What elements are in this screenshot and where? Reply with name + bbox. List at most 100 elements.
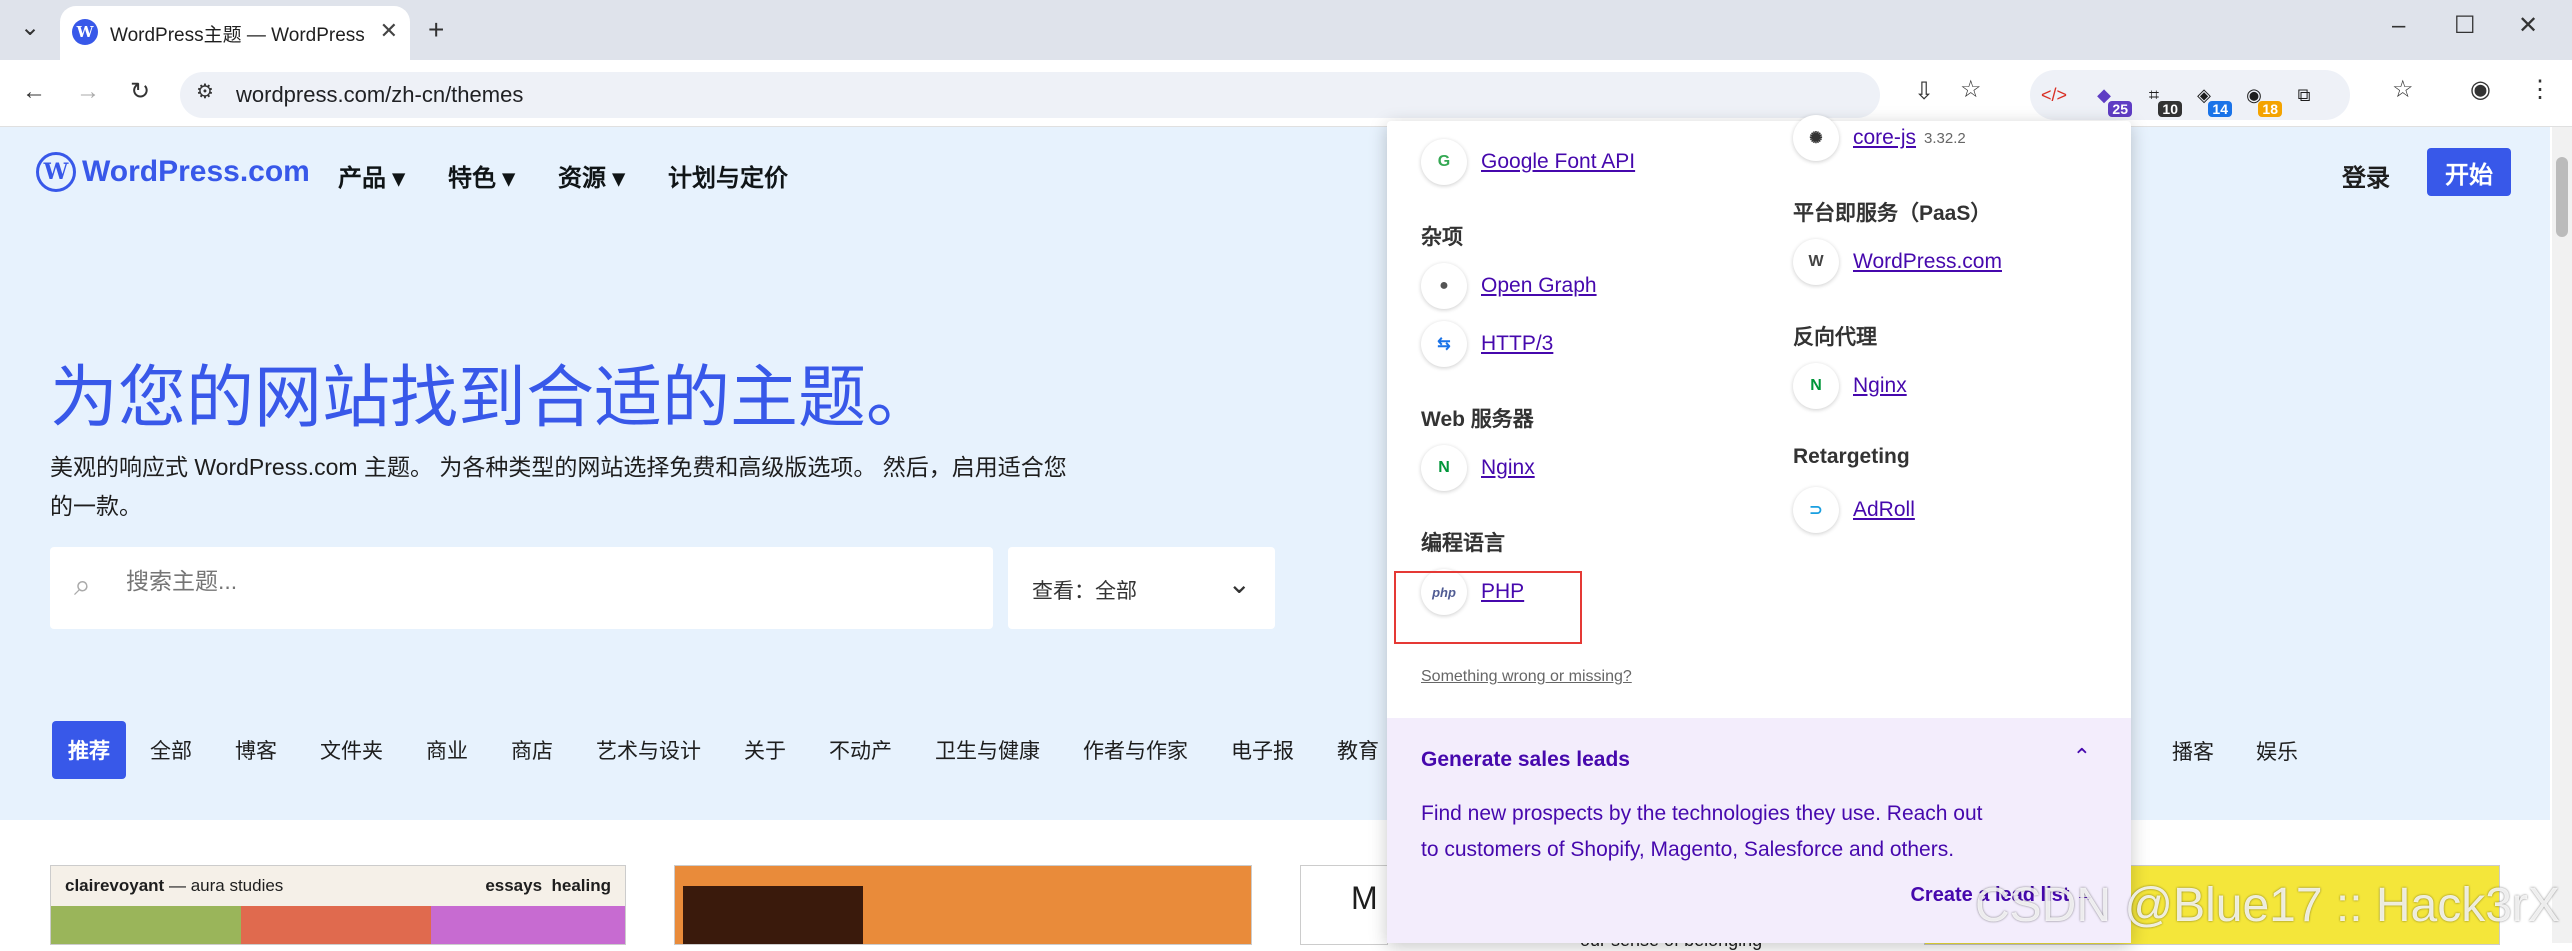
chevron-down-icon: ⌄ xyxy=(1227,568,1251,599)
category-tab[interactable]: 商店 xyxy=(511,735,553,765)
category-tab[interactable]: 文件夹 xyxy=(320,735,383,765)
nav-products[interactable]: 产品 ▾ xyxy=(338,158,405,193)
wordpress-favicon-icon: W xyxy=(72,19,98,45)
category-tab[interactable]: 推荐 xyxy=(52,721,126,779)
menu-icon[interactable]: ⋮ xyxy=(2528,78,2552,102)
url-text[interactable]: wordpress.com/zh-cn/themes xyxy=(236,82,523,108)
theme-links: essays healing xyxy=(485,876,611,895)
tech-item[interactable]: G Google Font API xyxy=(1421,139,1635,185)
wordpress-icon: W xyxy=(1793,239,1839,285)
tech-version: 3.32.2 xyxy=(1924,129,1966,147)
leads-text: Find new prospects by the technologies t… xyxy=(1421,802,1983,861)
page-scrollbar[interactable] xyxy=(2552,127,2572,943)
nav-pricing[interactable]: 计划与定价 xyxy=(668,158,788,193)
start-button[interactable]: 开始 xyxy=(2427,148,2511,196)
tech-category-heading: Retargeting xyxy=(1793,445,1910,468)
search-input[interactable] xyxy=(124,567,928,596)
wordpress-logo[interactable]: W WordPress.com xyxy=(36,152,310,192)
tech-item[interactable]: ● Open Graph xyxy=(1421,263,1597,309)
tech-category-heading: 编程语言 xyxy=(1421,532,1505,555)
view-filter-label: 查看：全部 xyxy=(1032,580,1137,603)
page-subtitle: 美观的响应式 WordPress.com 主题。 为各种类型的网站选择免费和高级… xyxy=(50,454,1067,519)
category-tab[interactable]: 不动产 xyxy=(829,735,892,765)
wordpress-icon: W xyxy=(36,152,76,192)
tech-link[interactable]: core-js xyxy=(1853,126,1916,150)
tech-link[interactable]: Open Graph xyxy=(1481,274,1597,298)
close-tab-icon[interactable]: ✕ xyxy=(380,18,398,44)
tech-item[interactable]: N Nginx xyxy=(1793,363,1907,409)
theme-brand: clairevoyant xyxy=(65,876,165,895)
theme-letter: M xyxy=(1351,880,1378,916)
profile-icon[interactable]: ◉ xyxy=(2470,78,2491,102)
site-info-icon[interactable]: ⚙ xyxy=(196,82,214,102)
category-tab[interactable]: 电子报 xyxy=(1231,735,1294,765)
tech-item[interactable]: N Nginx xyxy=(1421,445,1535,491)
puzzle-icon[interactable]: ⧉ xyxy=(2286,77,2322,113)
theme-thumbnail[interactable] xyxy=(674,865,1252,945)
open-graph-icon: ● xyxy=(1421,263,1467,309)
page-title: 为您的网站找到合适的主题。 xyxy=(50,360,935,436)
category-tab[interactable]: 卫生与健康 xyxy=(935,735,1040,765)
ext-icon[interactable]: ◉ 18 xyxy=(2236,77,2282,117)
tech-category-heading: 杂项 xyxy=(1421,226,1463,249)
bookmarks-icon[interactable]: ☆ xyxy=(2392,78,2414,102)
close-window-icon[interactable]: ✕ xyxy=(2518,14,2538,38)
chevron-up-icon[interactable]: ⌃ xyxy=(2073,744,2091,770)
bookmark-star-icon[interactable]: ☆ xyxy=(1960,78,1982,102)
theme-image xyxy=(431,906,625,944)
theme-thumbnail[interactable]: clairevoyant — aura studies essays heali… xyxy=(50,865,626,945)
tech-category-heading: 平台即服务（PaaS） xyxy=(1793,202,1992,225)
tech-link[interactable]: Nginx xyxy=(1481,456,1535,480)
ext-icon[interactable]: ◈ 14 xyxy=(2186,77,2232,117)
category-entertainment[interactable]: 娱乐 xyxy=(2256,736,2298,766)
category-tab[interactable]: 商业 xyxy=(426,735,468,765)
category-tabs: 推荐 全部 博客 文件夹 商业 商店 艺术与设计 关于 不动产 卫生与健康 作者与作家 电子报 教育 xyxy=(52,721,1422,779)
tech-item[interactable]: ⊃ AdRoll xyxy=(1793,487,1915,533)
tech-link[interactable]: AdRoll xyxy=(1853,498,1915,522)
category-tab[interactable]: 博客 xyxy=(235,735,277,765)
tech-category-heading: 反向代理 xyxy=(1793,326,1877,349)
tech-link[interactable]: Nginx xyxy=(1853,374,1907,398)
http3-icon: ⇆ xyxy=(1421,321,1467,367)
report-link[interactable]: Something wrong or missing? xyxy=(1421,668,1632,686)
extension-badge: 18 xyxy=(2258,101,2282,117)
category-tab[interactable]: 教育 xyxy=(1337,735,1379,765)
logo-text: WordPress.com xyxy=(82,155,310,188)
tech-link[interactable]: Google Font API xyxy=(1481,150,1635,174)
category-tab[interactable]: 艺术与设计 xyxy=(596,735,701,765)
scrollbar-thumb[interactable] xyxy=(2556,157,2568,237)
tech-item[interactable]: ✺ core-js 3.32.2 xyxy=(1793,115,1966,161)
nav-resources[interactable]: 资源 ▾ xyxy=(558,158,625,193)
view-filter-select[interactable]: 查看：全部 ⌄ xyxy=(1008,547,1275,629)
wappalyzer-icon[interactable]: ◆ 25 xyxy=(2086,77,2132,117)
tech-link[interactable]: WordPress.com xyxy=(1853,250,2002,274)
tab-search-icon[interactable]: ⌄ xyxy=(20,16,40,40)
forward-icon[interactable]: → xyxy=(76,80,100,104)
nav-features[interactable]: 特色 ▾ xyxy=(448,158,515,193)
category-tab[interactable]: 作者与作家 xyxy=(1083,735,1188,765)
php-highlight-box xyxy=(1394,571,1582,644)
theme-search[interactable]: ⌕ xyxy=(50,547,993,629)
category-tab[interactable]: 关于 xyxy=(744,735,786,765)
new-tab-icon[interactable]: + xyxy=(428,16,444,44)
nginx-icon: N xyxy=(1793,363,1839,409)
category-tab[interactable]: 全部 xyxy=(150,735,192,765)
code-icon[interactable]: </> xyxy=(2036,77,2072,113)
back-icon[interactable]: ← xyxy=(22,80,46,104)
maximize-icon[interactable]: ☐ xyxy=(2454,14,2476,38)
extension-badge: 25 xyxy=(2108,101,2132,117)
minimize-icon[interactable]: – xyxy=(2392,14,2405,38)
tech-item[interactable]: ⇆ HTTP/3 xyxy=(1421,321,1553,367)
theme-image xyxy=(241,906,431,944)
login-link[interactable]: 登录 xyxy=(2342,158,2390,193)
reload-icon[interactable]: ↻ xyxy=(130,80,150,104)
tech-item[interactable]: W WordPress.com xyxy=(1793,239,2002,285)
category-podcast[interactable]: 播客 xyxy=(2172,736,2214,766)
ext-icon[interactable]: ⌗ 10 xyxy=(2136,77,2182,117)
search-icon: ⌕ xyxy=(74,569,91,602)
tech-link[interactable]: HTTP/3 xyxy=(1481,332,1553,356)
browser-tab[interactable]: W WordPress主题 — WordPress ✕ xyxy=(60,6,410,60)
install-app-icon[interactable]: ⇩ xyxy=(1914,80,1934,104)
tech-category-heading: Web 服务器 xyxy=(1421,408,1534,431)
theme-thumbnail[interactable]: M xyxy=(1300,865,1388,945)
